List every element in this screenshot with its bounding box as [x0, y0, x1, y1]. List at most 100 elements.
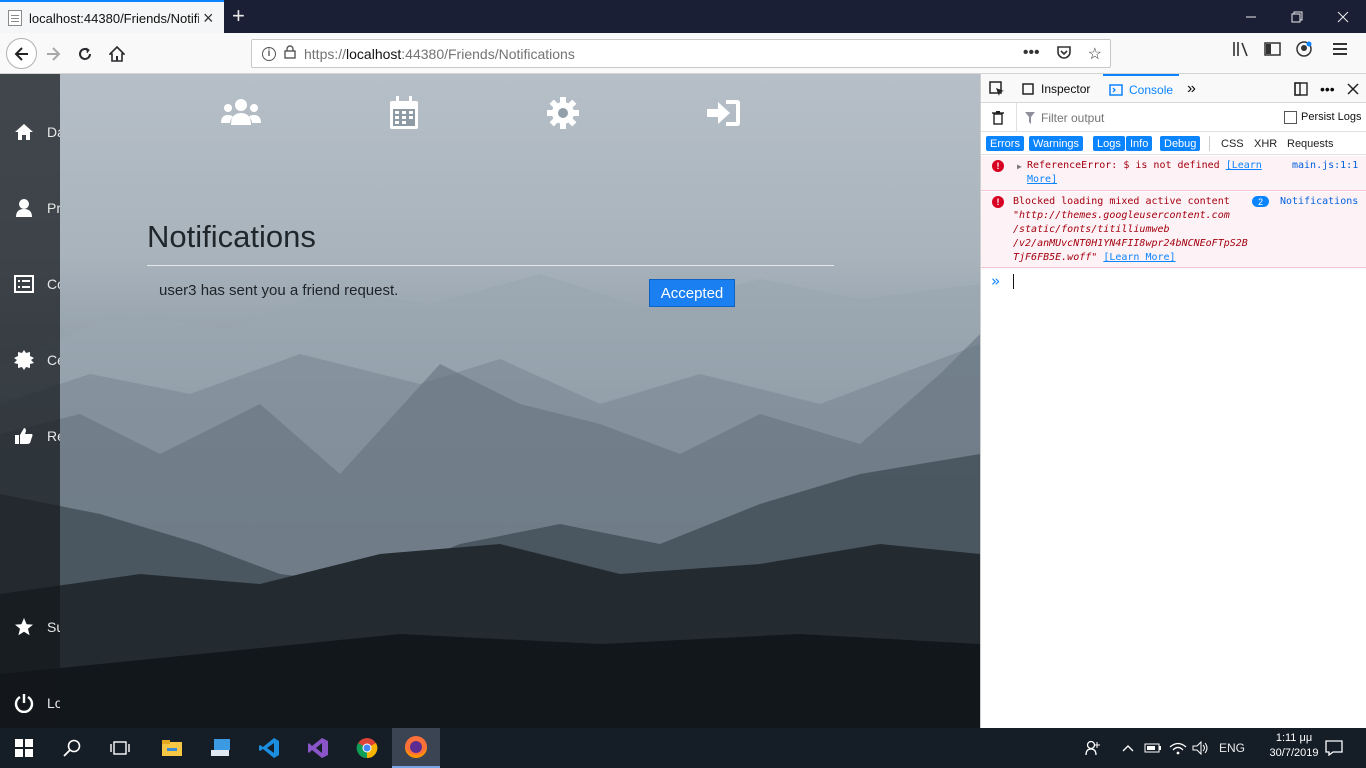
sidebar-item-recommendations[interactable]: Re: [0, 418, 60, 454]
chrome-icon[interactable]: [343, 728, 391, 768]
pocket-icon[interactable]: [1056, 44, 1072, 65]
trash-icon[interactable]: [991, 110, 1005, 130]
tab-strip: localhost:44380/Friends/Notific × +: [0, 0, 1366, 34]
visual-studio-icon[interactable]: [294, 728, 342, 768]
persist-logs-label: Persist Logs: [1301, 111, 1362, 123]
reload-icon[interactable]: [72, 41, 98, 67]
power-icon: [13, 692, 35, 714]
account-icon[interactable]: [1296, 41, 1312, 62]
page-icon: [8, 10, 22, 26]
file-explorer-icon[interactable]: [148, 728, 196, 768]
windows-start-icon[interactable]: [0, 728, 48, 768]
console-prompt-icon: »: [991, 272, 1001, 290]
source-link[interactable]: main.js:1:1: [1292, 159, 1358, 173]
filter-info[interactable]: Info: [1126, 136, 1153, 151]
devtools-options-icon[interactable]: •••: [1320, 74, 1335, 103]
error-icon: !: [992, 160, 1004, 172]
close-tab-icon[interactable]: ×: [203, 9, 214, 27]
developer-tools-panel: Inspector Console » ••• Persist Logs Err…: [980, 74, 1366, 728]
web-page: Da Pr Co Ce Re: [0, 74, 980, 728]
page-title: Notifications: [147, 219, 316, 254]
star-icon: [13, 616, 35, 638]
page-actions-icon[interactable]: •••: [1023, 44, 1040, 65]
learn-more-link[interactable]: [Learn More]: [1103, 252, 1175, 263]
sidebar-item-certificates[interactable]: Ce: [0, 342, 60, 378]
accepted-button[interactable]: Accepted: [649, 279, 735, 307]
more-tools-chevron-icon[interactable]: »: [1187, 74, 1196, 103]
home-icon[interactable]: [104, 41, 130, 67]
devtools-toolbar: Inspector Console » •••: [981, 74, 1366, 103]
console-error-message[interactable]: ! ▶ ReferenceError: $ is not defined [Le…: [981, 156, 1366, 191]
console-error-message[interactable]: ! Blocked loading mixed active content "…: [981, 192, 1366, 268]
remote-desktop-icon[interactable]: [197, 728, 245, 768]
filter-requests[interactable]: Requests: [1283, 136, 1337, 151]
home-icon: [13, 121, 35, 143]
show-hidden-icons-icon[interactable]: [1122, 728, 1134, 768]
people-icon[interactable]: [1085, 728, 1101, 768]
sidebar-toggle-icon[interactable]: [1264, 41, 1282, 62]
tab-console[interactable]: Console: [1103, 74, 1180, 103]
calendar-icon[interactable]: [382, 94, 426, 132]
filter-output-input[interactable]: [1039, 109, 1239, 126]
filter-icon: [1025, 111, 1035, 129]
expand-arrow-icon[interactable]: ▶: [1017, 160, 1022, 174]
filter-css[interactable]: CSS: [1217, 136, 1248, 151]
console-icon: [1109, 83, 1123, 96]
menu-icon[interactable]: [1332, 41, 1348, 62]
divider: [147, 265, 834, 266]
vscode-icon[interactable]: [245, 728, 293, 768]
lock-icon[interactable]: [284, 45, 296, 62]
close-window-icon[interactable]: [1320, 0, 1366, 33]
restore-icon[interactable]: [1274, 0, 1320, 33]
bookmark-star-icon[interactable]: ☆: [1088, 44, 1102, 65]
navigation-toolbar: i https://localhost:44380/Friends/Notifi…: [0, 33, 1366, 74]
windows-taskbar: ENG 1:11 μμ 30/7/2019: [0, 728, 1366, 768]
site-info-icon[interactable]: i: [262, 46, 276, 61]
filter-warnings[interactable]: Warnings: [1029, 136, 1084, 151]
task-view-icon[interactable]: [96, 728, 144, 768]
tab-inspector[interactable]: Inspector: [1021, 74, 1090, 103]
thumbs-up-icon: [13, 425, 35, 447]
battery-icon[interactable]: [1144, 728, 1162, 768]
forward-icon[interactable]: [40, 41, 66, 67]
mountain-background-image: [0, 274, 980, 728]
learn-more-link[interactable]: More]: [1027, 174, 1057, 185]
notification-message: user3 has sent you a friend request.: [159, 282, 399, 299]
language-indicator[interactable]: ENG: [1219, 728, 1245, 768]
sign-in-icon[interactable]: [702, 94, 746, 132]
firefox-icon[interactable]: [392, 728, 440, 768]
back-icon[interactable]: [6, 38, 37, 69]
console-category-filters: Errors Warnings Logs Info Debug CSS XHR …: [981, 132, 1366, 155]
learn-more-link[interactable]: [Learn: [1226, 160, 1262, 171]
list-icon: [13, 273, 35, 295]
url-text[interactable]: https://localhost:44380/Friends/Notifica…: [304, 46, 575, 62]
sidebar-item-courses[interactable]: Co: [0, 266, 60, 302]
dock-icon[interactable]: [1293, 74, 1309, 103]
console-input-caret[interactable]: [1013, 274, 1014, 289]
sidebar-item-logout[interactable]: Lo: [0, 685, 60, 721]
volume-icon[interactable]: [1192, 728, 1210, 768]
library-icon[interactable]: [1232, 41, 1250, 62]
filter-debug[interactable]: Debug: [1160, 136, 1201, 151]
address-bar[interactable]: i https://localhost:44380/Friends/Notifi…: [251, 39, 1111, 68]
error-icon: !: [992, 196, 1004, 208]
filter-errors[interactable]: Errors: [986, 136, 1024, 151]
search-icon[interactable]: [48, 728, 96, 768]
filter-xhr[interactable]: XHR: [1250, 136, 1281, 151]
users-icon[interactable]: [219, 94, 263, 132]
system-clock[interactable]: 1:11 μμ 30/7/2019: [1264, 731, 1324, 761]
browser-tab[interactable]: localhost:44380/Friends/Notific ×: [0, 0, 224, 34]
filter-logs[interactable]: Logs: [1093, 136, 1125, 151]
close-devtools-icon[interactable]: [1347, 74, 1359, 103]
wifi-icon[interactable]: [1169, 728, 1187, 768]
sidebar-item-dashboard[interactable]: Da: [0, 114, 60, 150]
pick-element-icon[interactable]: [989, 74, 1005, 103]
notifications-icon[interactable]: [1325, 728, 1343, 768]
sidebar-item-profile[interactable]: Pr: [0, 190, 60, 226]
persist-logs-checkbox[interactable]: [1284, 111, 1297, 124]
minimize-icon[interactable]: [1228, 0, 1274, 33]
new-tab-icon[interactable]: +: [232, 4, 245, 28]
sidebar-item-support[interactable]: Su: [0, 609, 60, 645]
gear-icon[interactable]: [541, 94, 585, 132]
source-link[interactable]: Notifications: [1280, 195, 1358, 209]
